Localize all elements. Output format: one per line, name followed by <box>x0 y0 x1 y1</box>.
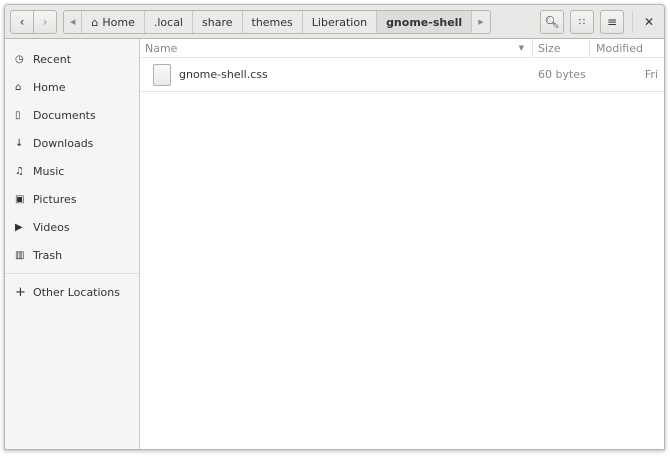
column-header-size[interactable]: Size <box>533 39 590 57</box>
column-header-modified[interactable]: Modified <box>590 42 664 55</box>
file-modified: Fri <box>644 68 658 81</box>
clock-icon: ◷ <box>15 53 24 65</box>
search-button[interactable]: 🔍︎ <box>540 10 564 34</box>
breadcrumb-local[interactable]: .local <box>145 11 193 33</box>
column-headers: Name ▼ Size Modified <box>141 39 664 58</box>
sidebar-item-trash[interactable]: ▥ Trash <box>5 241 139 269</box>
music-icon: ♫ <box>15 165 24 177</box>
home-icon: ⌂ <box>91 15 99 29</box>
file-name: gnome-shell.css <box>179 68 268 81</box>
home-icon: ⌂ <box>15 81 22 93</box>
document-icon: ▯ <box>15 109 21 121</box>
forward-button[interactable]: › <box>33 10 57 34</box>
text-file-icon <box>153 63 171 86</box>
sort-down-icon: ▼ <box>518 44 524 52</box>
sidebar-item-home[interactable]: ⌂ Home <box>5 73 139 101</box>
hamburger-icon: ≡ <box>606 15 618 29</box>
breadcrumb-scroll-left[interactable]: ◀ <box>64 11 83 33</box>
plus-icon: + <box>15 284 26 300</box>
chevron-right-icon: › <box>42 15 48 29</box>
video-icon: ▶ <box>15 221 23 233</box>
sidebar-item-downloads[interactable]: ↓ Downloads <box>5 129 139 157</box>
sidebar: ◷ Recent ⌂ Home ▯ Documents ↓ Downloads ♫ Mus… <box>5 39 140 449</box>
separator <box>632 11 633 33</box>
sidebar-item-pictures[interactable]: ▣ Pictures <box>5 185 139 213</box>
breadcrumb-themes[interactable]: themes <box>243 11 303 33</box>
file-row[interactable]: gnome-shell.css 60 bytes Fri <box>141 58 664 92</box>
menu-button[interactable]: ≡ <box>600 10 624 34</box>
header-bar: ‹ › ◀ ⌂ Home .local share themes Liberati… <box>5 5 664 39</box>
close-icon: ✕ <box>643 15 655 29</box>
camera-icon: ▣ <box>15 193 25 205</box>
sidebar-item-videos[interactable]: ▶ Videos <box>5 213 139 241</box>
breadcrumb: ◀ ⌂ Home .local share themes Liberation g… <box>63 10 491 34</box>
grid-icon: ∷ <box>578 16 586 28</box>
breadcrumb-share[interactable]: share <box>193 11 243 33</box>
file-manager-window: ‹ › ◀ ⌂ Home .local share themes Liberati… <box>4 4 665 450</box>
breadcrumb-liberation[interactable]: Liberation <box>303 11 378 33</box>
breadcrumb-scroll-right[interactable]: ▶ <box>472 11 489 33</box>
sidebar-item-documents[interactable]: ▯ Documents <box>5 101 139 129</box>
file-size: 60 bytes <box>538 68 586 81</box>
chevron-left-icon: ‹ <box>19 15 25 29</box>
breadcrumb-home[interactable]: ⌂ Home <box>82 11 145 33</box>
back-button[interactable]: ‹ <box>10 10 34 34</box>
file-list: Name ▼ Size Modified gnome-shell.css 60 b… <box>141 39 664 449</box>
close-button[interactable]: ✕ <box>637 10 661 34</box>
sidebar-item-other-locations[interactable]: + Other Locations <box>5 278 139 306</box>
sidebar-item-music[interactable]: ♫ Music <box>5 157 139 185</box>
column-header-name[interactable]: Name ▼ <box>141 39 533 57</box>
breadcrumb-gnome-shell[interactable]: gnome-shell <box>377 11 473 33</box>
sidebar-separator <box>5 273 139 274</box>
search-icon: 🔍︎ <box>544 15 560 29</box>
trash-icon: ▥ <box>15 249 25 261</box>
download-icon: ↓ <box>15 137 24 149</box>
view-toggle-button[interactable]: ∷ <box>570 10 594 34</box>
sidebar-item-recent[interactable]: ◷ Recent <box>5 45 139 73</box>
